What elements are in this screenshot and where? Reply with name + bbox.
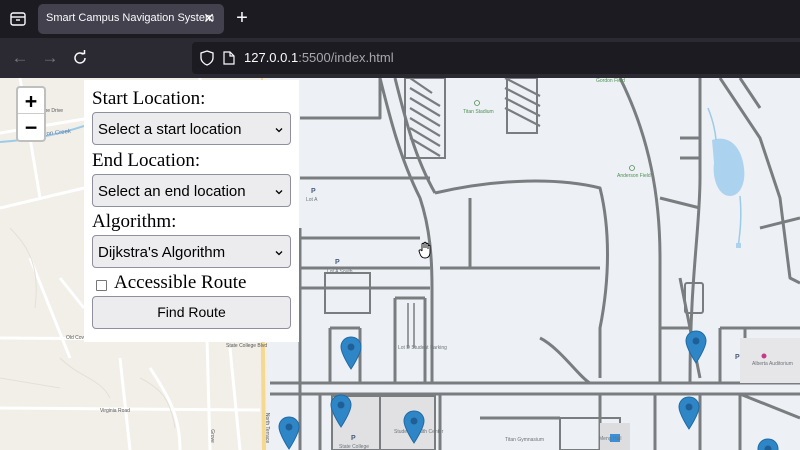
map-label-anderson-field: Anderson Field: [617, 173, 651, 179]
map-label-titan-gym: Titan Gymnasium: [505, 437, 544, 443]
map-label-lot-a-south: Lot A South: [327, 269, 353, 275]
map-viewport[interactable]: Gordon Field Titan Stadium Anderson Fiel…: [0, 78, 800, 450]
page-icon: [223, 51, 235, 65]
location-marker-icon[interactable]: [757, 438, 779, 450]
new-tab-icon[interactable]: +: [232, 8, 252, 28]
browser-tab[interactable]: Smart Campus Navigation System ✕: [38, 4, 224, 34]
end-location-select[interactable]: Select an end location: [92, 174, 291, 207]
accessible-route-label: Accessible Route: [114, 272, 247, 293]
map-label-lot-a: Lot A: [306, 197, 318, 203]
tab-title: Smart Campus Navigation System: [46, 12, 215, 24]
find-route-label: Find Route: [157, 304, 226, 320]
parking-icon: P: [735, 354, 740, 361]
map-label-state-college: State College: [339, 444, 370, 450]
location-marker-icon[interactable]: [278, 416, 300, 450]
location-marker-icon[interactable]: [403, 410, 425, 444]
map-label-alberta-auditorium: Alberta Auditorium: [752, 361, 793, 367]
map-label-gordon-field: Gordon Field: [596, 78, 625, 84]
algorithm-select[interactable]: Dijkstra's Algorithm: [92, 235, 291, 268]
parking-icon: P: [311, 188, 316, 195]
address-bar[interactable]: 127.0.0.1:5500/index.html: [192, 42, 800, 74]
parking-icon: P: [351, 435, 356, 442]
url-text: 127.0.0.1:5500/index.html: [244, 50, 394, 65]
map-label-lot-d: Lot D Student Parking: [398, 345, 447, 351]
algorithm-value: Dijkstra's Algorithm: [98, 244, 226, 261]
location-marker-icon[interactable]: [685, 330, 707, 364]
find-route-button[interactable]: Find Route: [92, 296, 291, 329]
start-location-value: Select a start location: [98, 121, 242, 138]
algorithm-label: Algorithm:: [92, 211, 177, 232]
end-location-value: Select an end location: [98, 183, 246, 200]
accessible-route-checkbox[interactable]: [96, 280, 107, 291]
zoom-control: + −: [16, 86, 46, 142]
navigation-toolbar: ← → 127.0.0.1:5500/index.html: [0, 38, 800, 78]
forward-icon[interactable]: →: [38, 46, 62, 70]
chevron-down-icon: [275, 251, 283, 256]
start-location-select[interactable]: Select a start location: [92, 112, 291, 145]
shield-icon[interactable]: [200, 50, 214, 66]
location-marker-icon[interactable]: [330, 394, 352, 428]
map-label-titan-stadium: Titan Stadium: [463, 109, 494, 115]
reload-icon[interactable]: [68, 46, 92, 70]
tab-bar: Smart Campus Navigation System ✕ +: [0, 0, 800, 38]
location-marker-icon[interactable]: [340, 336, 362, 370]
route-control-panel: Start Location: Select a start location …: [84, 80, 299, 342]
url-host: 127.0.0.1: [244, 50, 299, 65]
back-icon[interactable]: ←: [8, 46, 32, 70]
parking-icon: P: [335, 259, 340, 266]
end-location-label: End Location:: [92, 150, 201, 171]
zoom-in-button[interactable]: +: [18, 88, 44, 114]
map-label-virginia-road: Virginia Road: [100, 408, 130, 414]
close-tab-icon[interactable]: ✕: [202, 11, 216, 25]
map-label-meng-hall: Meng Hall: [599, 436, 622, 442]
map-label-state-college-blvd: State College Blvd: [226, 343, 268, 349]
start-location-label: Start Location:: [92, 88, 206, 109]
url-path: :5500/index.html: [298, 50, 394, 65]
chevron-down-icon: [275, 128, 283, 133]
map-label-grove: Grove: [208, 429, 215, 443]
chevron-down-icon: [275, 190, 283, 195]
tab-list-icon[interactable]: [8, 9, 28, 29]
grab-cursor-icon: [418, 241, 431, 259]
zoom-out-button[interactable]: −: [18, 114, 44, 140]
map-label-north-terrace: North Terrace: [264, 412, 271, 444]
location-marker-icon[interactable]: [678, 396, 700, 430]
